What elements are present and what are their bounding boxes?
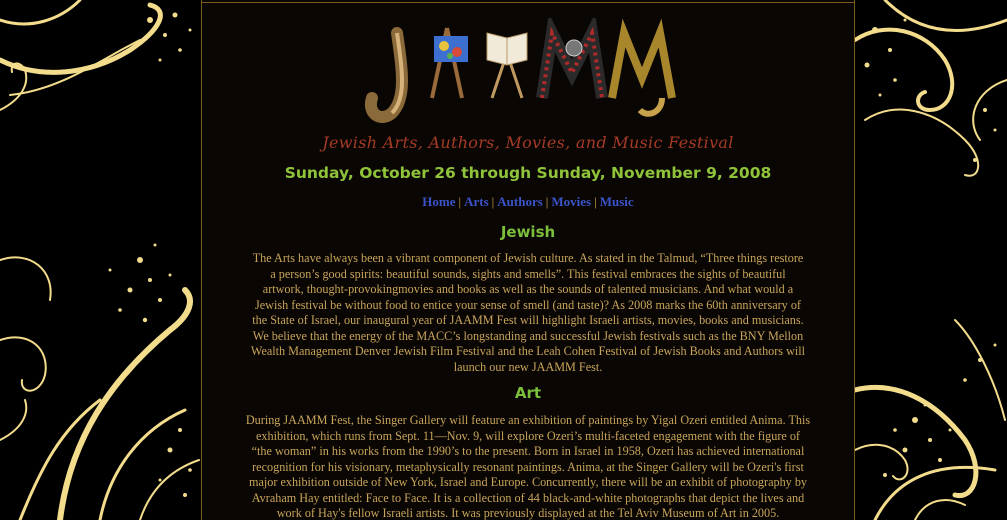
text-line: “the woman” in his works from the 1990’s… <box>251 444 805 458</box>
text-line: launch our new JAAMM Fest. <box>453 359 603 374</box>
festival-dates: Sunday, October 26 through Sunday, Novem… <box>284 164 772 182</box>
text-line: Wealth Management Denver Jewish Film Fes… <box>250 344 806 358</box>
text-line: recognition for his visionary, metaphysi… <box>252 459 804 474</box>
main-content: Jewish Arts, Authors, Movies, and Music … <box>201 0 855 520</box>
swirl-art-right <box>855 0 1007 520</box>
text-line: exhibition, which runs from Sept. 11—Nov… <box>255 428 800 443</box>
text-line: major exhibition outside of New York, Is… <box>248 475 808 489</box>
nav-link-music[interactable]: Music <box>600 194 634 209</box>
main-nav: Home | Arts | Authors | Movies | Music <box>202 194 854 210</box>
nav-link-movies[interactable]: Movies <box>551 194 591 209</box>
festival-tagline: Jewish Arts, Authors, Movies, and Music … <box>322 133 734 152</box>
section-body-art: During JAAMM Fest, the Singer Gallery wi… <box>222 413 834 520</box>
nav-link-home[interactable]: Home <box>422 194 455 209</box>
nav-separator: | <box>594 194 597 209</box>
nav-separator: | <box>491 194 495 209</box>
section-heading-art: Art <box>514 384 542 402</box>
text-line: work of Hay's fellow Israeli artists. It… <box>276 506 780 520</box>
text-line: a person’s good spirits: beautiful sound… <box>270 266 786 281</box>
nav-link-authors[interactable]: Authors <box>497 194 543 209</box>
text-line: Jewish festival be without food to entic… <box>255 297 801 312</box>
top-border <box>202 2 854 3</box>
left-swirl-decoration <box>0 0 201 520</box>
jaamm-logo[interactable] <box>362 18 692 138</box>
text-line: During JAAMM Fest, the Singer Gallery wi… <box>245 413 811 427</box>
section-body-jewish: The Arts have always been a vibrant comp… <box>222 251 834 375</box>
text-line: Avraham Hay entitled: Face to Face. It i… <box>251 490 805 505</box>
text-line: artwork, thought-provokingmovies and boo… <box>262 282 794 296</box>
text-line: The Arts have always been a vibrant comp… <box>252 251 804 265</box>
nav-separator: | <box>458 194 462 209</box>
nav-link-arts[interactable]: Arts <box>464 194 489 209</box>
text-line: We believe that the energy of the MACC’s… <box>252 328 804 343</box>
text-line: the State of Israel, our inaugural year … <box>252 313 804 327</box>
swirl-art-left <box>0 0 200 520</box>
nav-separator: | <box>545 194 549 209</box>
right-swirl-decoration <box>855 0 1007 520</box>
section-heading-jewish: Jewish <box>500 223 556 241</box>
